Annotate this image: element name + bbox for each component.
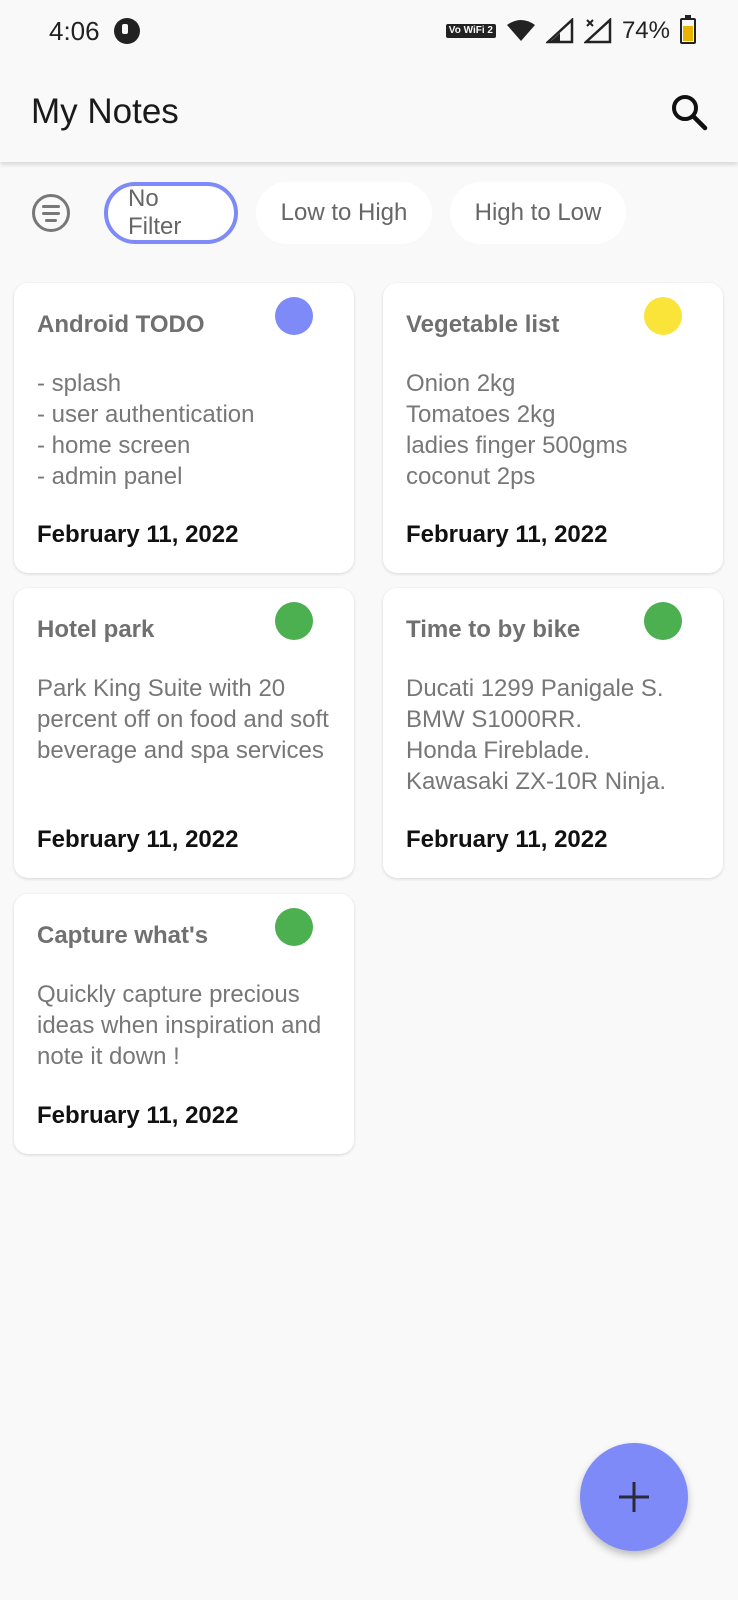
vowifi-icon: Vo WiFi 2 bbox=[445, 24, 496, 38]
note-body: Quickly capture precious ideas when insp… bbox=[37, 981, 322, 1070]
filter-chip-high-to-low[interactable]: High to Low bbox=[450, 182, 626, 244]
app-bar: My Notes bbox=[0, 62, 738, 162]
note-card[interactable]: Hotel park Park King Suite with 20 perce… bbox=[14, 588, 354, 878]
note-date: February 11, 2022 bbox=[406, 826, 608, 853]
note-body: Ducati 1299 Panigale S. BMW S1000RR. Hon… bbox=[406, 675, 667, 795]
search-icon[interactable] bbox=[670, 93, 708, 131]
page-title: My Notes bbox=[31, 92, 179, 131]
note-body: Onion 2kg Tomatoes 2kg ladies finger 500… bbox=[406, 370, 628, 490]
note-body: - splash - user authentication - home sc… bbox=[37, 370, 255, 490]
note-card[interactable]: Time to by bike Ducati 1299 Panigale S. … bbox=[383, 588, 723, 878]
note-card[interactable]: Android TODO - splash - user authenticat… bbox=[14, 283, 354, 573]
note-date: February 11, 2022 bbox=[37, 1102, 239, 1129]
status-time: 4:06 bbox=[49, 15, 100, 46]
note-color-dot bbox=[275, 908, 313, 946]
battery-percent: 74% bbox=[621, 17, 670, 44]
signal-x-icon bbox=[583, 18, 612, 44]
note-card[interactable]: Vegetable list Onion 2kg Tomatoes 2kg la… bbox=[383, 283, 723, 573]
filter-chip-no-filter[interactable]: No Filter bbox=[104, 182, 238, 244]
wifi-icon bbox=[506, 20, 535, 41]
battery-icon bbox=[680, 15, 696, 44]
plus-icon bbox=[619, 1482, 649, 1512]
add-note-button[interactable] bbox=[580, 1443, 688, 1551]
notification-app-icon bbox=[113, 18, 140, 44]
status-right: Vo WiFi 2 74% bbox=[445, 15, 696, 45]
note-color-dot bbox=[275, 297, 313, 335]
note-color-dot bbox=[644, 297, 682, 335]
note-date: February 11, 2022 bbox=[37, 826, 239, 853]
note-color-dot bbox=[644, 602, 682, 640]
note-date: February 11, 2022 bbox=[37, 521, 239, 548]
signal-r-icon bbox=[545, 18, 574, 44]
note-body: Park King Suite with 20 percent off on f… bbox=[37, 675, 329, 764]
note-date: February 11, 2022 bbox=[406, 521, 608, 548]
filter-list-icon[interactable] bbox=[32, 194, 70, 232]
note-color-dot bbox=[275, 602, 313, 640]
note-card[interactable]: Capture what's Quickly capture precious … bbox=[14, 894, 354, 1154]
filter-row: No Filter Low to High High to Low bbox=[0, 180, 738, 246]
filter-chip-low-to-high[interactable]: Low to High bbox=[256, 182, 432, 244]
status-bar: 4:06 Vo WiFi 2 74% bbox=[0, 0, 738, 62]
status-left: 4:06 bbox=[49, 16, 140, 47]
